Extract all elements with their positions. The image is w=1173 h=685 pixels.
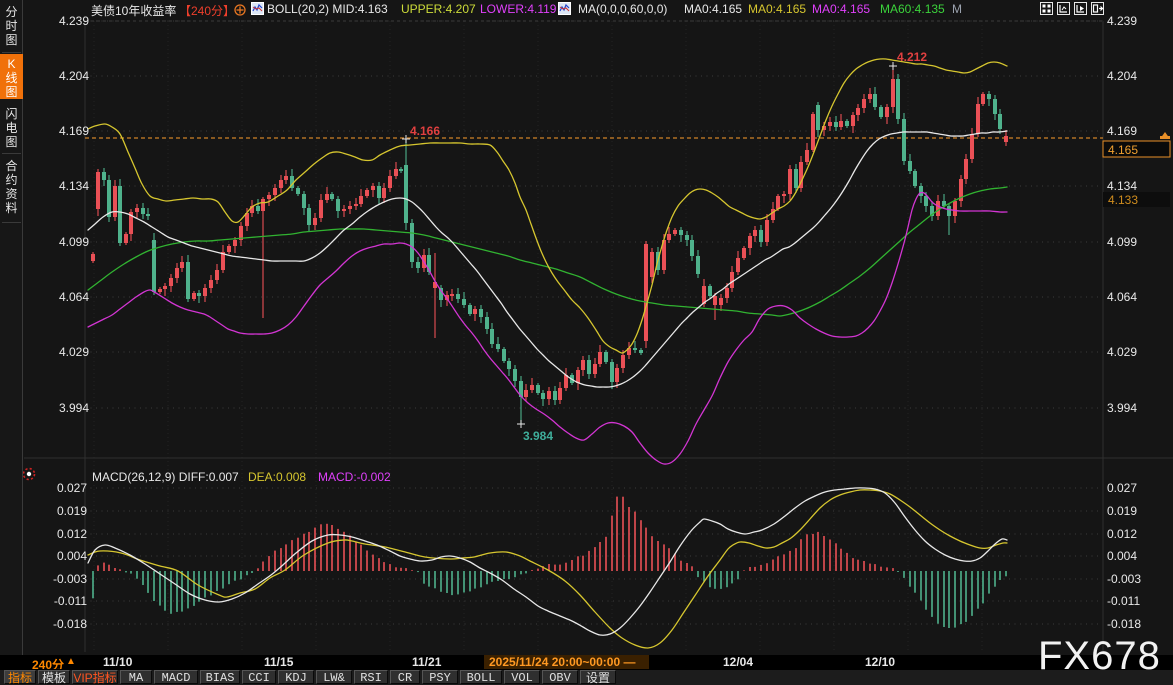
- svg-text:-0.011: -0.011: [1107, 594, 1140, 608]
- svg-text:3.984: 3.984: [523, 429, 553, 443]
- svg-text:4.166: 4.166: [410, 124, 440, 138]
- svg-text:0.019: 0.019: [1107, 504, 1137, 518]
- svg-text:MACD(26,12,9) DIFF:0.007: MACD(26,12,9) DIFF:0.007: [92, 470, 239, 484]
- svg-text:-0.003: -0.003: [53, 572, 87, 586]
- svg-text:4.064: 4.064: [59, 290, 89, 304]
- svg-text:4.099: 4.099: [59, 235, 89, 249]
- svg-text:0.027: 0.027: [1107, 481, 1137, 495]
- svg-text:-0.018: -0.018: [1107, 617, 1141, 631]
- svg-text:3.994: 3.994: [59, 401, 89, 415]
- svg-text:4.134: 4.134: [1107, 179, 1137, 193]
- svg-text:4.239: 4.239: [59, 14, 89, 28]
- svg-text:4.204: 4.204: [1107, 69, 1137, 83]
- svg-text:DEA:0.008: DEA:0.008: [248, 470, 306, 484]
- svg-text:4.212: 4.212: [897, 50, 927, 64]
- svg-text:4.064: 4.064: [1107, 290, 1137, 304]
- svg-text:-0.003: -0.003: [1107, 572, 1141, 586]
- svg-text:0.012: 0.012: [1107, 527, 1137, 541]
- svg-text:4.239: 4.239: [1107, 14, 1137, 28]
- svg-text:4.133: 4.133: [1108, 193, 1138, 207]
- svg-text:4.029: 4.029: [1107, 345, 1137, 359]
- svg-text:4.029: 4.029: [59, 345, 89, 359]
- svg-text:MACD:-0.002: MACD:-0.002: [318, 470, 391, 484]
- svg-text:4.169: 4.169: [1107, 124, 1137, 138]
- svg-text:0.004: 0.004: [1107, 549, 1137, 563]
- svg-text:0.004: 0.004: [57, 549, 87, 563]
- svg-text:4.204: 4.204: [59, 69, 89, 83]
- svg-text:0.027: 0.027: [57, 481, 87, 495]
- svg-text:0.012: 0.012: [57, 527, 87, 541]
- svg-text:4.169: 4.169: [59, 124, 89, 138]
- svg-text:4.165: 4.165: [1108, 143, 1138, 157]
- svg-text:4.099: 4.099: [1107, 235, 1137, 249]
- svg-text:-0.011: -0.011: [54, 594, 87, 608]
- svg-text:3.994: 3.994: [1107, 401, 1137, 415]
- svg-text:0.019: 0.019: [57, 504, 87, 518]
- svg-text:4.134: 4.134: [59, 179, 89, 193]
- svg-text:-0.018: -0.018: [53, 617, 87, 631]
